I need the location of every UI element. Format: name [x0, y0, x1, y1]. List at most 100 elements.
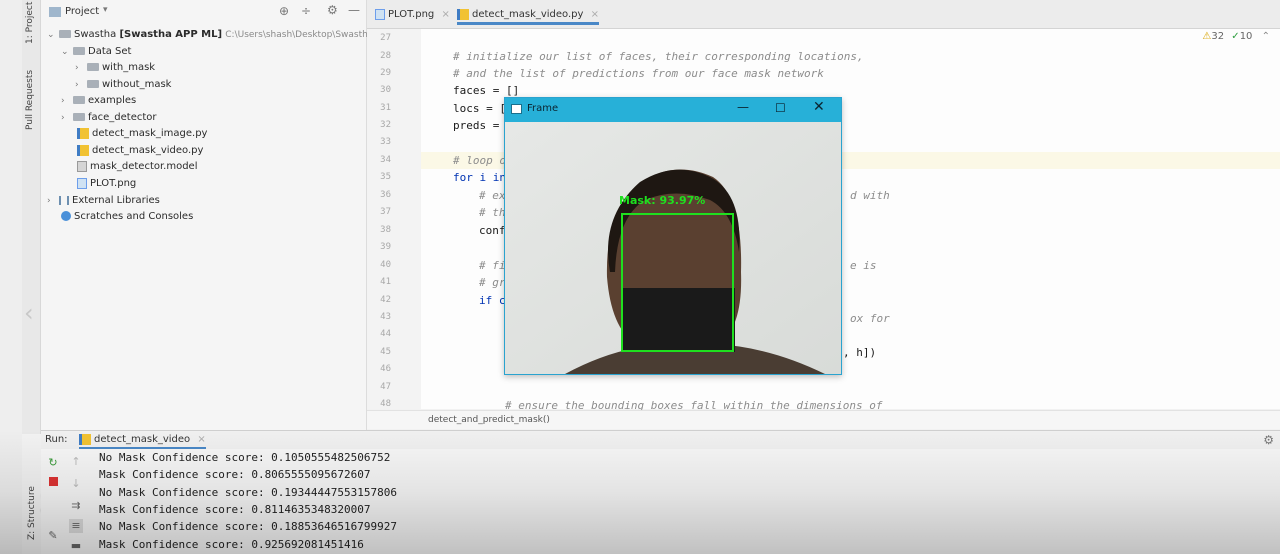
- code-line: # and the list of predictions from our f…: [453, 67, 824, 80]
- folder-icon: [73, 96, 85, 104]
- code-line: conf: [479, 224, 506, 237]
- console-line: No Mask Confidence score: 0.193444475531…: [99, 486, 398, 499]
- tree-item-project-name: [Swastha APP ML]: [119, 29, 223, 40]
- tab-plot-png[interactable]: PLOT.png ×: [375, 6, 450, 24]
- print-icon[interactable]: ▬: [69, 539, 83, 553]
- code-fragment: e is: [850, 259, 877, 272]
- line-number: 44: [380, 329, 391, 339]
- line-number: 41: [380, 277, 391, 287]
- tree-item-label: face_detector: [88, 112, 157, 123]
- editor-tab-bar: PLOT.png × detect_mask_video.py ×: [367, 0, 1280, 29]
- tree-item-detect-mask-image[interactable]: detect_mask_image.py: [77, 126, 207, 142]
- run-panel-header: Run: detect_mask_video × ⚙: [41, 430, 1280, 449]
- warning-count: 32: [1211, 31, 1225, 42]
- code-line: faces = []: [453, 84, 520, 97]
- frame-window[interactable]: Frame — ☐ ✕ Mask: 93.97%: [504, 97, 842, 375]
- project-tool-button[interactable]: 1: Project: [25, 2, 35, 44]
- tree-item-label: with_mask: [102, 62, 156, 73]
- gear-icon[interactable]: ⚙: [1263, 431, 1274, 449]
- detection-label: Mask: 93.97%: [619, 194, 706, 207]
- line-number: 40: [380, 260, 391, 270]
- stop-icon[interactable]: [46, 476, 60, 490]
- gear-icon[interactable]: ⚙: [327, 3, 338, 17]
- code-line: # gr: [479, 276, 506, 289]
- line-number: 48: [380, 399, 391, 409]
- soft-wrap-icon[interactable]: ⇉: [69, 499, 83, 513]
- folder-icon: [73, 47, 85, 55]
- arrow-up-icon[interactable]: ↑: [69, 455, 83, 469]
- check-icon: ✓: [1231, 31, 1240, 42]
- tree-item-plot-png[interactable]: PLOT.png: [77, 176, 136, 192]
- tree-item-external-libraries[interactable]: › External Libraries: [47, 193, 160, 209]
- tree-item-data-set[interactable]: ⌄ Data Set: [61, 44, 131, 60]
- tree-item-detect-mask-video[interactable]: detect_mask_video.py: [77, 143, 203, 159]
- python-file-icon: [457, 8, 469, 20]
- tree-item-label: mask_detector.model: [90, 161, 198, 172]
- tree-item-with-mask[interactable]: › with_mask: [75, 60, 155, 76]
- code-line: # initialize our list of faces, their co…: [453, 50, 864, 63]
- window-icon: [511, 104, 522, 114]
- console-line: No Mask Confidence score: 0.188536465167…: [99, 520, 398, 533]
- minimize-panel-icon[interactable]: —: [348, 3, 360, 17]
- project-view-title[interactable]: Project: [65, 6, 99, 17]
- line-number: 31: [380, 103, 391, 113]
- minimize-window-button[interactable]: —: [737, 100, 749, 114]
- run-tab[interactable]: detect_mask_video ×: [79, 431, 206, 449]
- console-line: Mask Confidence score: 0.925692081451416: [99, 538, 364, 551]
- breadcrumb[interactable]: detect_and_predict_mask(): [367, 410, 1280, 429]
- close-icon[interactable]: ×: [197, 434, 205, 445]
- pull-requests-tool-button[interactable]: Pull Requests: [25, 70, 35, 130]
- line-number: 36: [380, 190, 391, 200]
- tree-item-root[interactable]: ⌄ Swastha [Swastha APP ML] C:\Users\shash…: [47, 27, 373, 43]
- scroll-to-end-icon[interactable]: ≡: [69, 519, 83, 533]
- chevron-down-icon: ⌄: [47, 30, 55, 40]
- chevron-down-icon[interactable]: ▾: [103, 5, 108, 15]
- tab-detect-mask-video[interactable]: detect_mask_video.py ×: [457, 6, 600, 25]
- code-line: # loop o: [453, 154, 506, 167]
- tree-item-scratches[interactable]: Scratches and Consoles: [61, 209, 193, 225]
- collapse-all-icon[interactable]: ÷: [301, 4, 311, 18]
- breadcrumb-item[interactable]: detect_and_predict_mask(): [428, 415, 550, 425]
- tree-item-label: Data Set: [88, 46, 132, 57]
- arrow-down-icon[interactable]: ↓: [69, 477, 83, 491]
- python-file-icon: [79, 433, 91, 445]
- rerun-icon[interactable]: ↻: [46, 456, 60, 470]
- code-line: locs = [: [453, 102, 506, 115]
- project-panel: Project ▾ ⊕ ÷ ⚙ — ⌄ Swastha [Swastha APP …: [41, 0, 373, 430]
- maximize-window-button[interactable]: ☐: [775, 101, 786, 115]
- chevron-right-icon: ›: [75, 63, 79, 73]
- close-window-button[interactable]: ✕: [813, 99, 825, 115]
- line-number: 33: [380, 137, 391, 147]
- tab-label: PLOT.png: [388, 9, 435, 20]
- tree-item-examples[interactable]: › examples: [61, 93, 136, 109]
- line-number: 28: [380, 51, 391, 61]
- line-number: 34: [380, 155, 391, 165]
- close-icon[interactable]: ×: [441, 9, 449, 20]
- code-line: # th: [479, 206, 506, 219]
- python-file-icon: [77, 144, 89, 156]
- scratches-icon: [61, 211, 71, 221]
- file-icon: [77, 160, 87, 172]
- run-tab-label: detect_mask_video: [94, 434, 191, 445]
- close-icon[interactable]: ×: [591, 9, 599, 20]
- folder-icon: [73, 113, 85, 121]
- structure-tool-button[interactable]: Z: Structure: [27, 486, 37, 540]
- tree-item-face-detector[interactable]: › face_detector: [61, 110, 157, 126]
- pin-icon[interactable]: ✎: [46, 529, 60, 543]
- tool-window-strip: 1: Project Pull Requests: [22, 0, 41, 434]
- run-console[interactable]: ↻ ↑ ↓ ⇉ ≡ ▬ ✎ No Mask Confidence score: …: [41, 449, 1280, 554]
- project-view-icon: [49, 7, 61, 17]
- tree-item-without-mask[interactable]: › without_mask: [75, 77, 171, 93]
- tree-item-label: Scratches and Consoles: [74, 211, 194, 222]
- frame-title-bar[interactable]: Frame — ☐ ✕: [505, 98, 841, 122]
- tree-item-mask-detector-model[interactable]: mask_detector.model: [77, 159, 198, 175]
- collapse-arrow-icon[interactable]: ‹: [24, 300, 38, 326]
- folder-icon: [87, 80, 99, 88]
- code-line: # fi: [479, 259, 506, 272]
- image-file-icon: [77, 177, 87, 189]
- line-number: 39: [380, 242, 391, 252]
- inspection-widget[interactable]: ⚠32 ✓10 ⌃: [1202, 31, 1270, 42]
- tree-item-label: examples: [88, 95, 137, 106]
- chevron-up-icon[interactable]: ⌃: [1262, 31, 1270, 42]
- locate-icon[interactable]: ⊕: [279, 4, 289, 18]
